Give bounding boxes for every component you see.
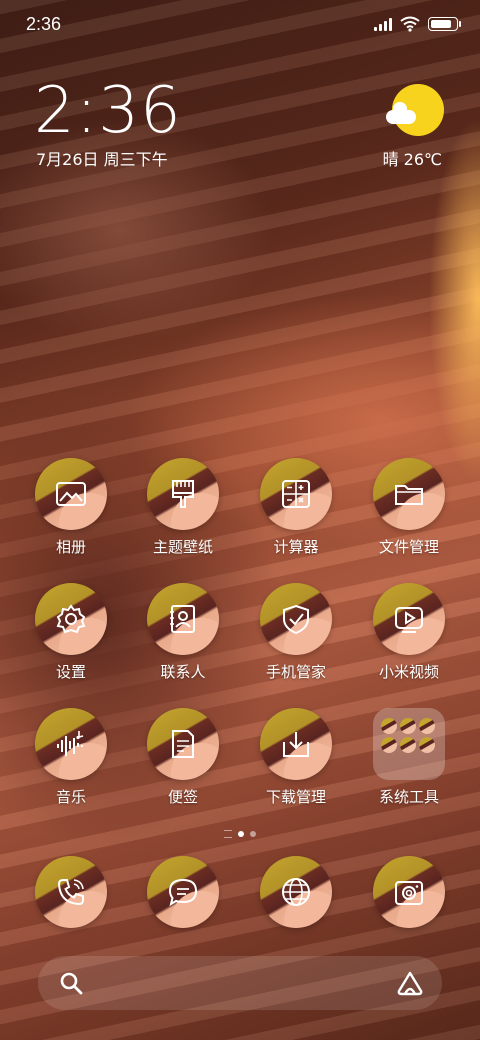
app-security[interactable]: 手机管家 (241, 583, 351, 682)
theme-brush-icon[interactable] (147, 458, 219, 530)
music-icon[interactable] (35, 708, 107, 780)
contacts-icon[interactable] (147, 583, 219, 655)
app-label: 相册 (55, 538, 86, 556)
security-shield-icon[interactable] (260, 583, 332, 655)
app-label: 下载管理 (265, 788, 326, 806)
search-icon[interactable] (58, 970, 84, 996)
camera-icon[interactable] (373, 856, 445, 928)
signal-icon (374, 17, 392, 31)
app-file-manager[interactable]: 文件管理 (354, 458, 464, 557)
app-downloads[interactable]: 下载管理 (241, 708, 351, 807)
app-label: 小米视频 (378, 663, 439, 681)
calculator-icon[interactable] (260, 458, 332, 530)
assistant-icon[interactable] (396, 969, 424, 997)
app-label: 主题壁纸 (152, 538, 213, 556)
page-dot-active[interactable] (238, 831, 244, 837)
messages-icon[interactable] (147, 856, 219, 928)
app-gallery[interactable]: 相册 (16, 458, 126, 557)
clock-time[interactable]: 2:36 (34, 74, 182, 148)
app-label: 文件管理 (378, 538, 439, 556)
app-label: 计算器 (273, 538, 319, 556)
app-label: 音乐 (55, 788, 86, 806)
weather-text[interactable]: 晴 26℃ (383, 146, 442, 170)
gallery-icon[interactable] (35, 458, 107, 530)
app-label: 手机管家 (265, 663, 326, 681)
notes-icon[interactable] (147, 708, 219, 780)
download-icon[interactable] (260, 708, 332, 780)
app-theme[interactable]: 主题壁纸 (128, 458, 238, 557)
gear-icon[interactable] (35, 583, 107, 655)
app-contacts[interactable]: 联系人 (128, 583, 238, 682)
app-label: 设置 (55, 663, 86, 681)
weather-sunny-cloud-icon[interactable] (386, 84, 444, 136)
folder-system-tools[interactable]: 系统工具 (354, 708, 464, 807)
browser-globe-icon[interactable] (260, 856, 332, 928)
search-bar[interactable] (38, 956, 442, 1010)
page-indicator[interactable] (0, 830, 480, 838)
status-bar: 2:36 (0, 0, 480, 50)
app-music[interactable]: 音乐 (16, 708, 126, 807)
page-dot[interactable] (250, 831, 256, 837)
folder-icon[interactable] (373, 458, 445, 530)
page-indicator-feed[interactable] (224, 830, 232, 838)
battery-icon (428, 17, 461, 31)
dock-camera[interactable] (354, 856, 464, 928)
app-calculator[interactable]: 计算器 (241, 458, 351, 557)
app-notes[interactable]: 便签 (128, 708, 238, 807)
dock-browser[interactable] (241, 856, 351, 928)
status-icons (374, 16, 461, 32)
app-label: 系统工具 (378, 788, 439, 806)
app-label: 联系人 (160, 663, 206, 681)
system-tools-folder-icon[interactable] (373, 708, 445, 780)
phone-icon[interactable] (35, 856, 107, 928)
app-settings[interactable]: 设置 (16, 583, 126, 682)
app-label: 便签 (167, 788, 198, 806)
app-video[interactable]: 小米视频 (354, 583, 464, 682)
wifi-icon (400, 16, 420, 32)
dock-messages[interactable] (128, 856, 238, 928)
status-time: 2:36 (26, 14, 62, 34)
video-play-icon[interactable] (373, 583, 445, 655)
clock-date[interactable]: 7月26日 周三下午 (36, 146, 168, 170)
dock-phone[interactable] (16, 856, 126, 928)
